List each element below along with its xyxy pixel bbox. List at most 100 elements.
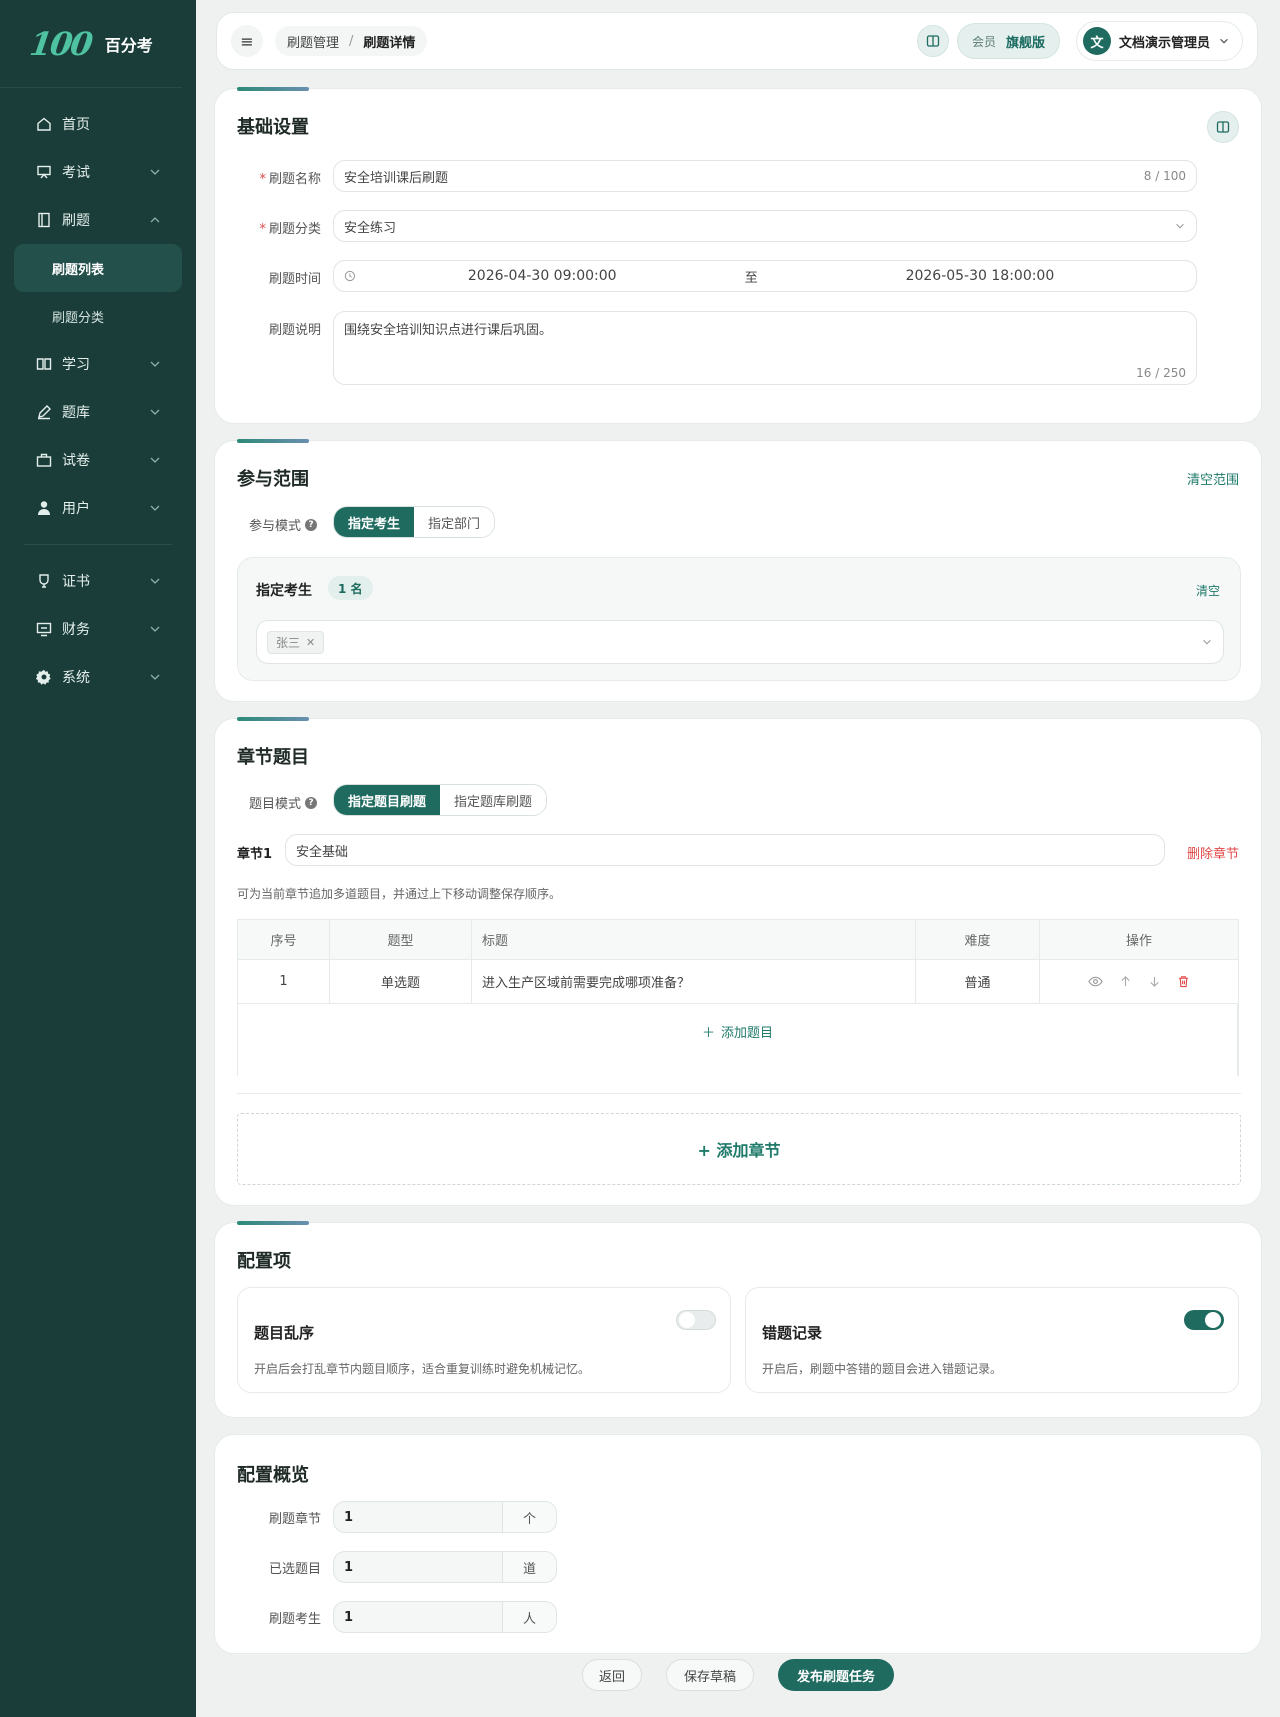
- overview-row-chapters: 刷题章节 1 个: [237, 1501, 557, 1533]
- sidebar-item-home[interactable]: 首页: [0, 100, 196, 148]
- sidebar-item-system[interactable]: 系统: [0, 653, 196, 701]
- chevron-down-icon: [150, 169, 160, 175]
- sidebar-item-papers[interactable]: 试卷: [0, 436, 196, 484]
- sidebar-item-finance[interactable]: 财务: [0, 605, 196, 653]
- sidebar: 100 百分考 首页 考试 刷题 刷题列表 刷题分类 学习 题库 试卷 用户 证…: [0, 0, 196, 1717]
- sidebar-subitem-practice-category[interactable]: 刷题分类: [0, 292, 196, 340]
- avatar: 文: [1082, 27, 1111, 55]
- time-start[interactable]: 2026-04-30 09:00:00: [356, 268, 729, 284]
- save-draft-button[interactable]: 保存草稿: [666, 1659, 754, 1691]
- overview-value-box: 1 个: [333, 1501, 557, 1533]
- arrow-down-icon[interactable]: [1148, 975, 1161, 988]
- trash-icon[interactable]: [1177, 975, 1190, 988]
- brand-logo[interactable]: 100 百分考: [0, 0, 182, 88]
- section-title: 配置概览: [237, 1465, 309, 1486]
- menu-toggle-button[interactable]: ≡: [231, 25, 263, 57]
- overview-row-questions: 已选题目 1 道: [237, 1551, 557, 1583]
- clear-students-link[interactable]: 清空: [1196, 582, 1220, 599]
- chapter-divider: [237, 1093, 1241, 1094]
- mode-specified-departments[interactable]: 指定部门: [414, 507, 495, 537]
- chevron-down-icon: [150, 578, 160, 584]
- name-label: * 刷题名称: [237, 168, 321, 187]
- chevron-down-icon: [150, 674, 160, 680]
- eye-icon[interactable]: [1088, 974, 1103, 989]
- chevron-down-icon: [1176, 223, 1184, 229]
- overview-unit: 人: [502, 1602, 556, 1632]
- hamburger-icon: ≡: [240, 31, 254, 51]
- question-mode-label-text: 题目模式: [249, 797, 302, 812]
- layout-toggle-button[interactable]: [916, 25, 949, 57]
- toggle-knob: [1205, 1312, 1221, 1328]
- wrong-record-toggle[interactable]: [1184, 1310, 1224, 1330]
- chapter-label: 章节1: [237, 847, 273, 862]
- sidebar-item-practice[interactable]: 刷题: [0, 196, 196, 244]
- chevron-up-icon: [150, 217, 160, 223]
- overview-card: 配置概览 刷题章节 1 个 已选题目 1 道 刷题考生 1 人: [214, 1434, 1262, 1654]
- help-icon[interactable]: ?: [305, 518, 318, 531]
- option-desc: 开启后，刷题中答错的题目会进入错题记录。: [762, 1362, 1003, 1376]
- chevron-down-icon: [150, 361, 160, 367]
- sidebar-item-users[interactable]: 用户: [0, 484, 196, 532]
- chevron-down-icon: [150, 505, 160, 511]
- category-select[interactable]: 安全练习: [333, 210, 1197, 242]
- collapse-button[interactable]: [1207, 111, 1239, 143]
- overview-value: 1: [344, 1559, 354, 1575]
- table-header: 序号 题型 标题 难度 操作: [238, 920, 1238, 960]
- cell-level: 普通: [916, 960, 1040, 1003]
- mode-specified-bank[interactable]: 指定题库刷题: [440, 785, 547, 815]
- membership-badge[interactable]: 会员 旗舰版: [956, 23, 1060, 59]
- student-select[interactable]: 张三 ✕: [256, 620, 1224, 664]
- back-button[interactable]: 返回: [582, 1659, 642, 1691]
- arrow-up-icon[interactable]: [1119, 975, 1132, 988]
- selected-count-badge: 1 名: [328, 576, 373, 600]
- add-question-label: 添加题目: [721, 1026, 774, 1041]
- add-chapter-button[interactable]: + 添加章节: [237, 1113, 1241, 1185]
- column-header: 操作: [1040, 920, 1238, 959]
- delete-chapter-link[interactable]: 删除章节: [1187, 843, 1239, 862]
- help-icon[interactable]: ?: [305, 796, 318, 809]
- breadcrumb-item[interactable]: 刷题管理: [287, 32, 339, 51]
- section-title: 配置项: [237, 1251, 291, 1272]
- sidebar-item-exam[interactable]: 考试: [0, 148, 196, 196]
- option-title: 题目乱序: [254, 1324, 315, 1342]
- sidebar-item-label: 用户: [62, 501, 90, 517]
- user-menu[interactable]: 文 文档演示管理员: [1075, 21, 1243, 61]
- section-title: 参与范围: [237, 469, 309, 490]
- sidebar-item-label: 刷题: [62, 213, 90, 229]
- sidebar-subitem-practice-list[interactable]: 刷题列表: [14, 244, 182, 292]
- participation-mode-label: 参与模式?: [249, 515, 318, 534]
- sidebar-item-label: 考试: [62, 165, 90, 181]
- pen-icon: [36, 404, 52, 420]
- name-input[interactable]: 安全培训课后刷题 8 / 100: [333, 160, 1197, 192]
- close-icon[interactable]: ✕: [306, 636, 315, 649]
- option-title: 错题记录: [762, 1324, 823, 1342]
- selected-students-title: 指定考生: [256, 583, 312, 599]
- card-accent: [237, 439, 309, 443]
- overview-value: 1: [344, 1609, 354, 1625]
- user-name: 文档演示管理员: [1118, 35, 1210, 51]
- desc-textarea[interactable]: 围绕安全培训知识点进行课后巩固。 16 / 250: [333, 311, 1197, 385]
- add-question-button[interactable]: ＋ 添加题目: [238, 1022, 1237, 1041]
- publish-button[interactable]: 发布刷题任务: [778, 1659, 894, 1691]
- option-wrong-record: 错题记录 开启后，刷题中答错的题目会进入错题记录。: [745, 1287, 1239, 1393]
- column-header: 题型: [330, 920, 472, 959]
- mode-specified-questions[interactable]: 指定题目刷题: [334, 785, 441, 815]
- shuffle-toggle[interactable]: [676, 1310, 716, 1330]
- mode-specified-students[interactable]: 指定考生: [334, 507, 415, 537]
- cell-title: 进入生产区域前需要完成哪项准备？: [472, 960, 916, 1003]
- overview-value-box: 1 道: [333, 1551, 557, 1583]
- student-tag[interactable]: 张三 ✕: [267, 630, 325, 654]
- clear-scope-link[interactable]: 清空范围: [1187, 469, 1239, 488]
- overview-label: 刷题考生: [268, 1611, 321, 1627]
- category-label-text: 刷题分类: [268, 222, 321, 237]
- sidebar-item-certificates[interactable]: 证书: [0, 557, 196, 605]
- sidebar-item-label: 证书: [62, 574, 90, 590]
- time-range-picker[interactable]: 2026-04-30 09:00:00 至 2026-05-30 18:00:0…: [333, 260, 1197, 292]
- sidebar-item-question-bank[interactable]: 题库: [0, 388, 196, 436]
- time-end[interactable]: 2026-05-30 18:00:00: [774, 268, 1186, 284]
- sidebar-item-study[interactable]: 学习: [0, 340, 196, 388]
- cell-no: 1: [238, 960, 330, 1003]
- sidebar-item-label: 首页: [62, 117, 90, 133]
- question-mode-label: 题目模式?: [249, 793, 318, 812]
- chapter-name-input[interactable]: 安全基础: [285, 834, 1165, 866]
